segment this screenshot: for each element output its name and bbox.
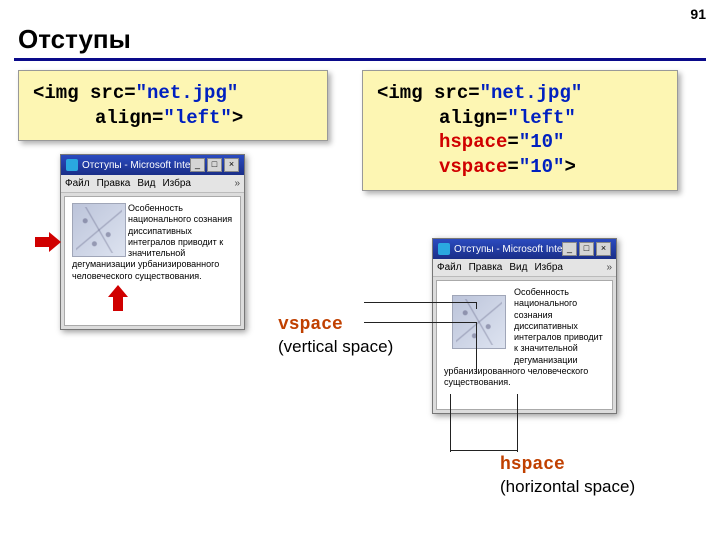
menu-item-edit[interactable]: Правка <box>97 178 131 189</box>
sample-image <box>72 203 126 257</box>
window-title: Отступы - Microsoft Intern… <box>454 244 562 255</box>
page-title: Отступы <box>18 24 131 55</box>
menu-item-fav[interactable]: Избра <box>534 262 563 273</box>
menu-item-file[interactable]: Файл <box>437 262 462 273</box>
close-button[interactable]: × <box>224 158 239 172</box>
label-hspace-code: hspace <box>500 455 565 475</box>
code-text: "net.jpg" <box>136 82 239 104</box>
code-text: align= <box>439 107 507 129</box>
arrow-right-icon <box>35 232 61 252</box>
window-title: Отступы - Microsoft Intern… <box>82 160 190 171</box>
menu-bar: Файл Правка Вид Избра » <box>433 259 616 277</box>
code-text: <img src= <box>33 82 136 104</box>
browser-window-right: Отступы - Microsoft Intern… _ □ × Файл П… <box>432 238 617 414</box>
code-text: "net.jpg" <box>480 82 583 104</box>
code-text: align= <box>95 107 163 129</box>
browser-body: Особенность национального сознания дисси… <box>436 280 613 410</box>
app-icon <box>66 159 78 171</box>
menu-item-edit[interactable]: Правка <box>469 262 503 273</box>
maximize-button[interactable]: □ <box>579 242 594 256</box>
indicator-line <box>498 450 518 451</box>
menu-item-file[interactable]: Файл <box>65 178 90 189</box>
indicator-line <box>450 450 498 451</box>
code-text: = <box>507 131 518 153</box>
menu-bar: Файл Правка Вид Избра » <box>61 175 244 193</box>
close-button[interactable]: × <box>596 242 611 256</box>
code-text: <img src= <box>377 82 480 104</box>
titlebar: Отступы - Microsoft Intern… _ □ × <box>61 155 244 175</box>
title-underline <box>14 58 706 61</box>
code-text: "left" <box>163 107 231 129</box>
code-snippet-left: <img src="net.jpg" align="left"> <box>18 70 328 141</box>
indicator-line <box>364 322 477 323</box>
label-vspace-desc: (vertical space) <box>278 337 393 356</box>
indicator-line <box>517 394 518 452</box>
indicator-line <box>476 302 477 309</box>
indicator-line <box>450 394 451 452</box>
app-icon <box>438 243 450 255</box>
code-text: "10" <box>519 131 565 153</box>
label-vspace: vspace (vertical space) <box>278 314 393 357</box>
code-text: vspace <box>439 156 507 178</box>
arrow-up-icon <box>108 285 128 311</box>
code-text: "left" <box>507 107 575 129</box>
indicator-line <box>476 322 477 374</box>
label-vspace-code: vspace <box>278 315 343 335</box>
minimize-button[interactable]: _ <box>190 158 205 172</box>
label-hspace: hspace (horizontal space) <box>500 454 635 497</box>
browser-window-left: Отступы - Microsoft Intern… _ □ × Файл П… <box>60 154 245 330</box>
code-text: hspace <box>439 131 507 153</box>
code-text: "10" <box>519 156 565 178</box>
label-hspace-desc: (horizontal space) <box>500 477 635 496</box>
menu-item-fav[interactable]: Избра <box>162 178 191 189</box>
menu-item-view[interactable]: Вид <box>137 178 155 189</box>
maximize-button[interactable]: □ <box>207 158 222 172</box>
indicator-line <box>364 302 477 303</box>
code-snippet-right: <img src="net.jpg" align="left" hspace="… <box>362 70 678 191</box>
chevron-right-icon: » <box>606 262 612 273</box>
minimize-button[interactable]: _ <box>562 242 577 256</box>
code-text: > <box>232 107 243 129</box>
code-text: = <box>507 156 518 178</box>
titlebar: Отступы - Microsoft Intern… _ □ × <box>433 239 616 259</box>
browser-body: Особенность национального сознания дисси… <box>64 196 241 326</box>
page-number: 91 <box>690 6 706 22</box>
chevron-right-icon: » <box>234 178 240 189</box>
menu-item-view[interactable]: Вид <box>509 262 527 273</box>
code-text: > <box>564 156 575 178</box>
